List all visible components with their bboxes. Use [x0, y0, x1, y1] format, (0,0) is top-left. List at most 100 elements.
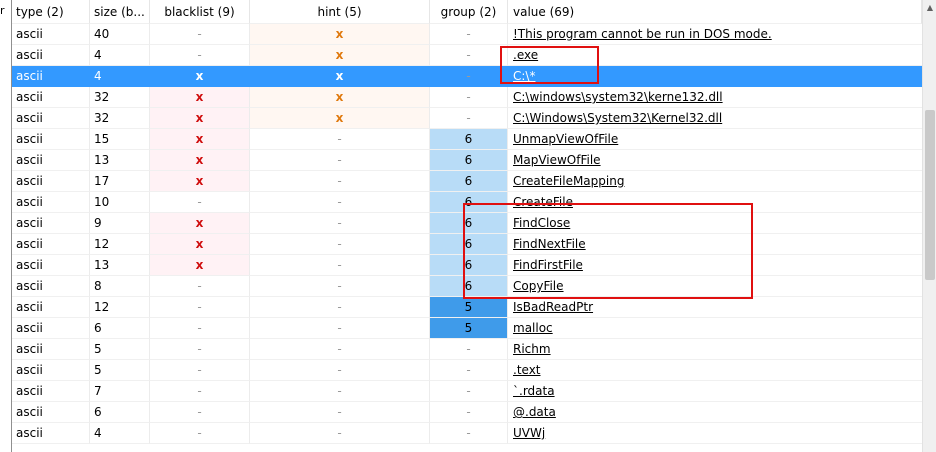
empty-marker: - — [337, 279, 342, 293]
table-row[interactable]: ascii 32 x x - C:\windows\system32\kerne132.d… — [12, 87, 922, 108]
cell-type: ascii — [12, 171, 90, 192]
empty-marker: - — [337, 426, 342, 440]
blacklist-flag: x — [195, 69, 204, 83]
cell-hint: - — [250, 234, 430, 255]
table-row[interactable]: ascii 12 x - 6 FindNextFile — [12, 234, 922, 255]
empty-marker: - — [337, 405, 342, 419]
string-value-link[interactable]: Richm — [513, 342, 551, 356]
cell-blacklist: x — [150, 87, 250, 108]
string-value-link[interactable]: FindNextFile — [513, 237, 586, 251]
string-value-link[interactable]: MapViewOfFile — [513, 153, 601, 167]
cell-value: C:\windows\system32\kerne132.dll — [508, 87, 922, 108]
string-value-link[interactable]: malloc — [513, 321, 553, 335]
scrollbar-thumb[interactable] — [925, 110, 935, 280]
empty-marker: - — [337, 153, 342, 167]
string-value-link[interactable]: FindClose — [513, 216, 570, 230]
group-number: 6 — [464, 195, 473, 209]
group-number: 6 — [464, 216, 473, 230]
cell-value: MapViewOfFile — [508, 150, 922, 171]
table-row[interactable]: ascii 15 x - 6 UnmapViewOfFile — [12, 129, 922, 150]
cell-group: - — [430, 381, 508, 402]
cell-blacklist: x — [150, 150, 250, 171]
string-value-link[interactable]: `.rdata — [513, 384, 555, 398]
string-value-link[interactable]: .exe — [513, 48, 538, 62]
string-value-link[interactable]: CreateFile — [513, 195, 573, 209]
table-row[interactable]: ascii 6 - - 5 malloc — [12, 318, 922, 339]
cell-blacklist: - — [150, 339, 250, 360]
blacklist-flag: x — [195, 153, 204, 167]
table-row[interactable]: ascii 40 - x - !This program cannot be run in… — [12, 24, 922, 45]
cell-value: CopyFile — [508, 276, 922, 297]
string-value-link[interactable]: C:\windows\system32\kerne132.dll — [513, 90, 723, 104]
string-value-link[interactable]: CopyFile — [513, 279, 564, 293]
group-number: 5 — [464, 300, 473, 314]
string-value-link[interactable]: !This program cannot be run in DOS mode. — [513, 27, 772, 41]
table-row[interactable]: ascii 13 x - 6 MapViewOfFile — [12, 150, 922, 171]
cell-hint: - — [250, 402, 430, 423]
table-row[interactable]: ascii 10 - - 6 CreateFile — [12, 192, 922, 213]
empty-marker: - — [337, 132, 342, 146]
hint-flag: x — [335, 48, 344, 62]
empty-marker: - — [337, 300, 342, 314]
table-row[interactable]: ascii 13 x - 6 FindFirstFile — [12, 255, 922, 276]
table-row[interactable]: ascii 8 - - 6 CopyFile — [12, 276, 922, 297]
cell-size: 4 — [90, 66, 150, 87]
table-row[interactable]: ascii 5 - - - .text — [12, 360, 922, 381]
table-row[interactable]: ascii 4 - x - .exe — [12, 45, 922, 66]
vertical-scrollbar[interactable]: ▲ — [922, 0, 936, 452]
cell-group: 6 — [430, 150, 508, 171]
cell-size: 7 — [90, 381, 150, 402]
cell-value: malloc — [508, 318, 922, 339]
cell-group: - — [430, 423, 508, 444]
cell-hint: x — [250, 108, 430, 129]
cell-value: @.data — [508, 402, 922, 423]
table-row[interactable]: ascii 4 - - - UVWj — [12, 423, 922, 444]
column-header-size[interactable]: size (b... — [90, 0, 150, 24]
string-value-link[interactable]: UVWj — [513, 426, 545, 440]
empty-marker: - — [466, 111, 471, 125]
string-value-link[interactable]: UnmapViewOfFile — [513, 132, 618, 146]
cell-size: 32 — [90, 108, 150, 129]
table-row[interactable]: ascii 9 x - 6 FindClose — [12, 213, 922, 234]
scroll-up-icon[interactable]: ▲ — [923, 0, 936, 16]
table-row[interactable]: ascii 6 - - - @.data — [12, 402, 922, 423]
string-value-link[interactable]: CreateFileMapping — [513, 174, 624, 188]
cell-value: FindClose — [508, 213, 922, 234]
string-value-link[interactable]: FindFirstFile — [513, 258, 583, 272]
cell-group: - — [430, 66, 508, 87]
table-row[interactable]: ascii 4 x x - C:\* — [12, 66, 922, 87]
blacklist-flag: x — [195, 111, 204, 125]
empty-marker: - — [466, 384, 471, 398]
table-row[interactable]: ascii 17 x - 6 CreateFileMapping — [12, 171, 922, 192]
cell-type: ascii — [12, 276, 90, 297]
string-value-link[interactable]: IsBadReadPtr — [513, 300, 593, 314]
string-value-link[interactable]: .text — [513, 363, 541, 377]
empty-marker: - — [466, 27, 471, 41]
table-row[interactable]: ascii 12 - - 5 IsBadReadPtr — [12, 297, 922, 318]
cell-hint: x — [250, 87, 430, 108]
cell-blacklist: - — [150, 402, 250, 423]
string-value-link[interactable]: C:\* — [513, 69, 535, 83]
empty-marker: - — [197, 363, 202, 377]
cell-type: ascii — [12, 87, 90, 108]
table-row[interactable]: ascii 32 x x - C:\Windows\System32\Kernel32.d… — [12, 108, 922, 129]
empty-marker: - — [337, 384, 342, 398]
column-header-blacklist[interactable]: blacklist (9) — [150, 0, 250, 24]
blacklist-flag: x — [195, 174, 204, 188]
cell-value: FindNextFile — [508, 234, 922, 255]
string-value-link[interactable]: C:\Windows\System32\Kernel32.dll — [513, 111, 722, 125]
string-value-link[interactable]: @.data — [513, 405, 556, 419]
cell-value: UVWj — [508, 423, 922, 444]
table-row[interactable]: ascii 7 - - - `.rdata — [12, 381, 922, 402]
cell-hint: - — [250, 171, 430, 192]
cell-blacklist: - — [150, 318, 250, 339]
cell-type: ascii — [12, 255, 90, 276]
cell-hint: - — [250, 381, 430, 402]
column-header-hint[interactable]: hint (5) — [250, 0, 430, 24]
column-header-group[interactable]: group (2) — [430, 0, 508, 24]
column-header-value[interactable]: value (69) — [508, 0, 922, 24]
table-row[interactable]: ascii 5 - - - Richm — [12, 339, 922, 360]
cell-type: ascii — [12, 423, 90, 444]
empty-marker: - — [337, 174, 342, 188]
column-header-type[interactable]: type (2) — [12, 0, 90, 24]
